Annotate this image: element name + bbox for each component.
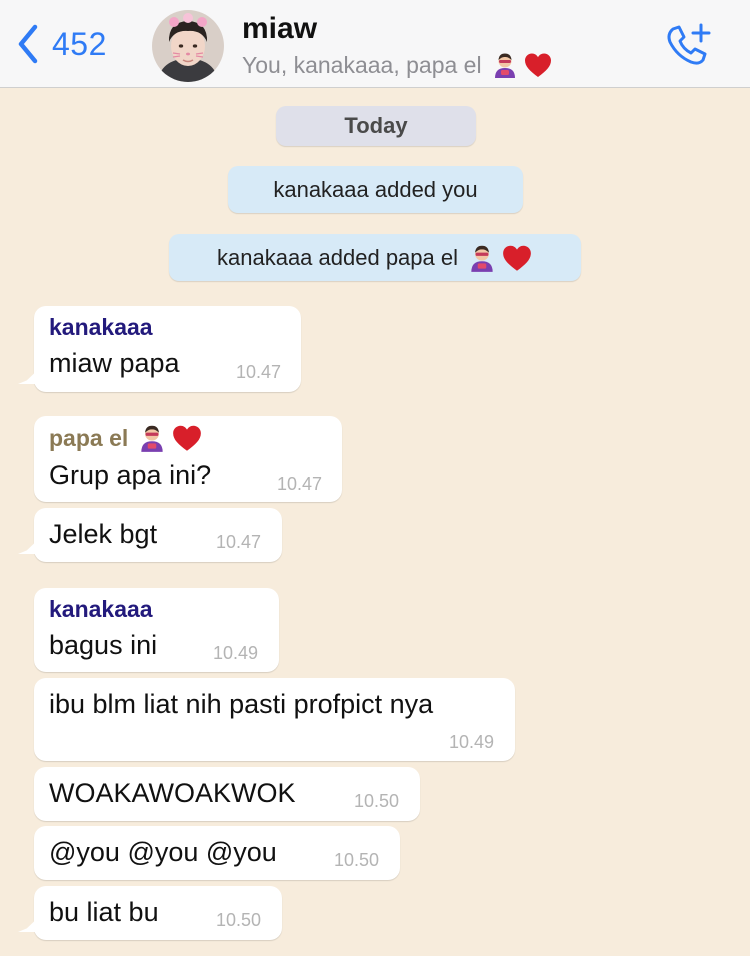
message-time: 10.49	[449, 732, 495, 752]
unread-count: 452	[52, 25, 107, 62]
message-bubble[interactable]: @you @you @you 10.50	[34, 826, 400, 880]
message-text: miaw papa	[49, 348, 180, 378]
back-button[interactable]: 452	[14, 22, 107, 66]
chat-members-text: You, kanakaaa, papa el	[242, 51, 482, 78]
message-text: @you @you @you	[49, 837, 277, 867]
sender-name: kanakaaa	[49, 314, 153, 340]
message-time: 10.49	[213, 643, 259, 663]
message-bubble[interactable]: papa el Grup apa ini? 10.47	[34, 416, 342, 502]
message-text: WOAKAWOAKWOK	[49, 778, 296, 808]
message-text: Grup apa ini?	[49, 460, 212, 490]
date-separator: Today	[276, 106, 476, 146]
sender-name: papa el	[49, 422, 203, 454]
superhero-icon	[466, 242, 498, 274]
add-call-icon[interactable]	[664, 22, 712, 68]
message-time: 10.47	[216, 532, 262, 552]
message-bubble[interactable]: kanakaaa miaw papa 10.47	[34, 306, 301, 392]
group-avatar[interactable]	[152, 10, 224, 82]
message-time: 10.50	[334, 850, 380, 870]
superhero-icon	[490, 50, 520, 80]
system-message: kanakaaa added papa el	[169, 234, 581, 281]
chevron-left-icon	[18, 24, 38, 64]
sender-name-text: papa el	[49, 424, 129, 451]
message-text: bu liat bu	[49, 897, 159, 927]
superhero-icon	[136, 422, 168, 454]
message-bubble[interactable]: WOAKAWOAKWOK 10.50	[34, 767, 420, 821]
sender-name: kanakaaa	[49, 596, 153, 622]
message-time: 10.47	[277, 474, 323, 494]
heart-icon	[523, 50, 553, 80]
message-time: 10.50	[354, 791, 400, 811]
date-separator-label: Today	[344, 113, 408, 138]
message-bubble[interactable]: kanakaaa bagus ini 10.49	[34, 588, 279, 672]
message-bubble[interactable]: bu liat bu 10.50	[34, 886, 282, 940]
message-bubble[interactable]: ibu blm liat nih pasti profpict nya 10.4…	[34, 678, 515, 761]
message-time: 10.47	[236, 362, 282, 382]
message-text: Jelek bgt	[49, 519, 158, 549]
message-bubble[interactable]: Jelek bgt 10.47	[34, 508, 282, 562]
chat-title[interactable]: miaw	[242, 12, 317, 46]
chat-header: 452 miaw You, kanakaaa, papa el	[0, 0, 750, 88]
system-message-text: kanakaaa added you	[273, 176, 478, 202]
heart-icon	[501, 242, 533, 274]
message-time: 10.50	[216, 910, 262, 930]
message-text: ibu blm liat nih pasti profpict nya	[49, 689, 434, 719]
heart-icon	[171, 422, 203, 454]
chat-members[interactable]: You, kanakaaa, papa el	[242, 50, 553, 80]
system-message-text: kanakaaa added papa el	[217, 244, 458, 270]
system-message: kanakaaa added you	[228, 166, 523, 213]
message-text: bagus ini	[49, 630, 158, 660]
